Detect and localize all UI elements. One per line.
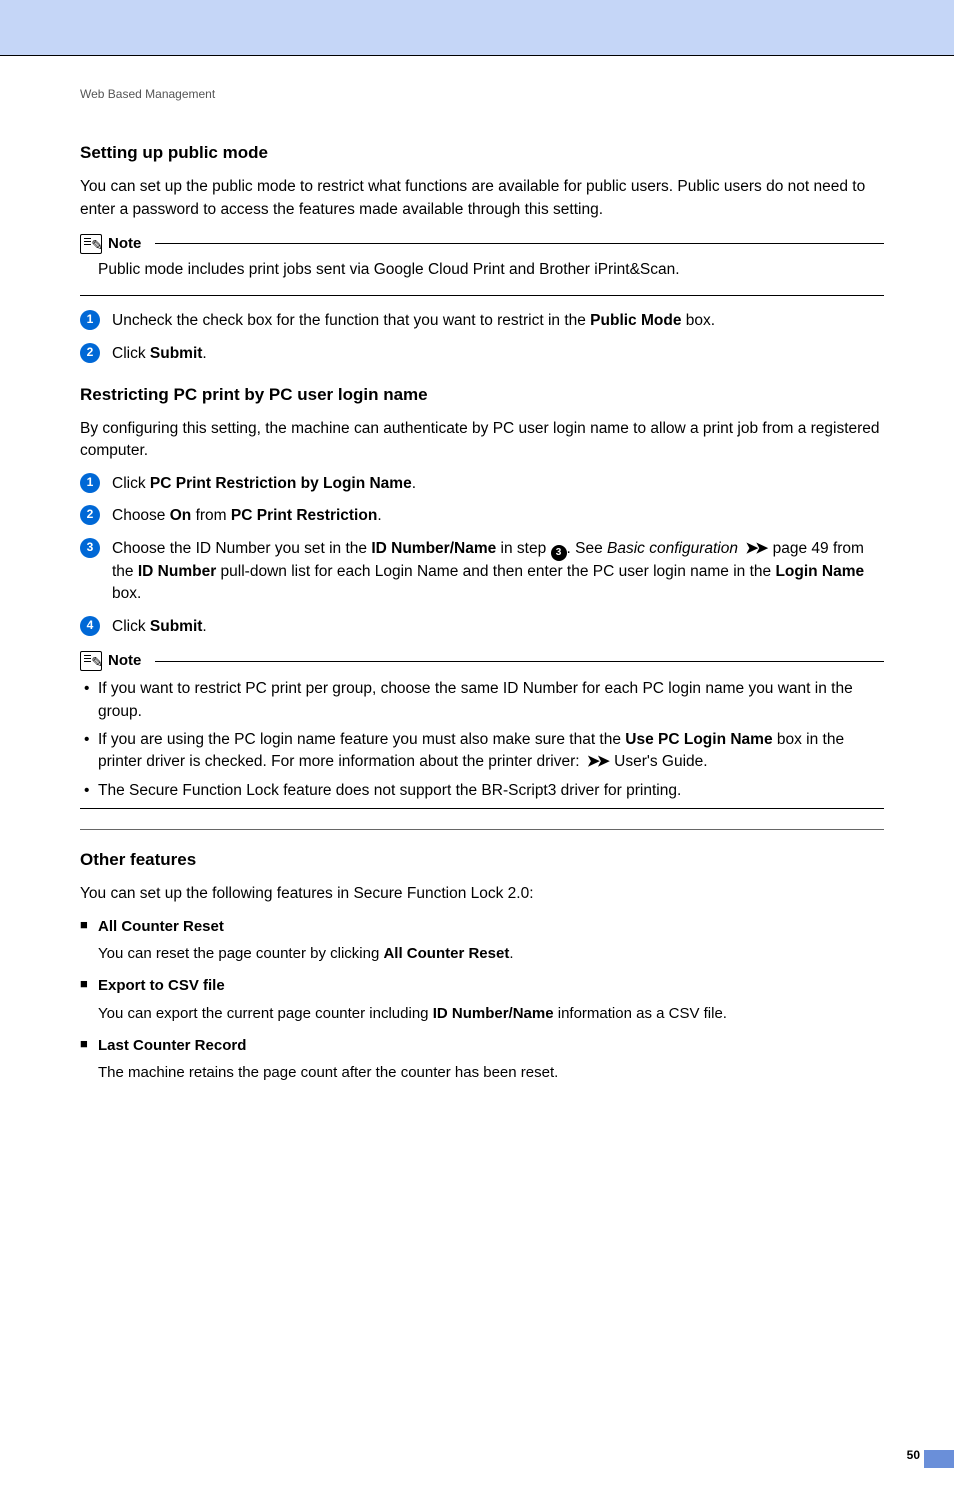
top-accent-bar xyxy=(0,0,954,56)
xref-basic-config[interactable]: Basic configuration xyxy=(607,540,738,557)
step-badge-1: 1 xyxy=(80,310,100,330)
heading-restricting: Restricting PC print by PC user login na… xyxy=(80,383,884,408)
step-r1: 1 Click PC Print Restriction by Login Na… xyxy=(80,473,884,495)
step-1: 1 Uncheck the check box for the function… xyxy=(80,310,884,332)
step-r2: 2 Choose On from PC Print Restriction. xyxy=(80,505,884,527)
step-badge-2: 2 xyxy=(80,505,100,525)
page-body: Web Based Management Setting up public m… xyxy=(0,56,954,1504)
note-bullet-2: If you are using the PC login name featu… xyxy=(98,729,884,774)
feature-last-counter: Last Counter Record The machine retains … xyxy=(80,1035,884,1085)
steps-public-mode: 1 Uncheck the check box for the function… xyxy=(80,310,884,365)
note-icon xyxy=(80,234,102,254)
step-r3: 3 Choose the ID Number you set in the ID… xyxy=(80,538,884,606)
note-label: Note xyxy=(108,233,141,255)
note-bullets: If you want to restrict PC print per gro… xyxy=(80,678,884,802)
note-icon xyxy=(80,651,102,671)
steps-restricting: 1 Click PC Print Restriction by Login Na… xyxy=(80,473,884,639)
other-features-list: All Counter Reset You can reset the page… xyxy=(80,916,884,1085)
note-bullet-3: The Secure Function Lock feature does no… xyxy=(98,780,884,802)
note-text-1: Public mode includes print jobs sent via… xyxy=(80,255,884,289)
feature-export-csv: Export to CSV file You can export the cu… xyxy=(80,975,884,1025)
breadcrumb: Web Based Management xyxy=(80,86,884,103)
note-rule xyxy=(155,661,884,662)
heading-public-mode: Setting up public mode xyxy=(80,141,884,166)
note-rule-bottom xyxy=(80,295,884,296)
intro-other-features: You can set up the following features in… xyxy=(80,883,884,905)
note-label: Note xyxy=(108,650,141,672)
note-rule xyxy=(155,243,884,244)
step-badge-1: 1 xyxy=(80,473,100,493)
feature-all-counter-reset: All Counter Reset You can reset the page… xyxy=(80,916,884,966)
note-bullet-1: If you want to restrict PC print per gro… xyxy=(98,678,884,723)
step-badge-2: 2 xyxy=(80,343,100,363)
note-box-1: Note Public mode includes print jobs sen… xyxy=(80,233,884,296)
intro-restricting: By configuring this setting, the machine… xyxy=(80,418,884,463)
section-separator xyxy=(80,829,884,830)
page-number: 50 xyxy=(907,1447,920,1464)
note-box-2: Note If you want to restrict PC print pe… xyxy=(80,650,884,809)
heading-other-features: Other features xyxy=(80,848,884,873)
double-arrow-icon: ➤➤ xyxy=(745,540,765,557)
step-2: 2 Click Submit. xyxy=(80,343,884,365)
double-arrow-icon: ➤➤ xyxy=(587,753,607,770)
step-badge-3: 3 xyxy=(80,538,100,558)
note-rule-bottom xyxy=(80,808,884,809)
inline-step-ref: 3 xyxy=(551,545,567,561)
step-badge-4: 4 xyxy=(80,616,100,636)
page-number-accent xyxy=(924,1450,954,1468)
intro-public-mode: You can set up the public mode to restri… xyxy=(80,176,884,221)
step-r4: 4 Click Submit. xyxy=(80,616,884,638)
